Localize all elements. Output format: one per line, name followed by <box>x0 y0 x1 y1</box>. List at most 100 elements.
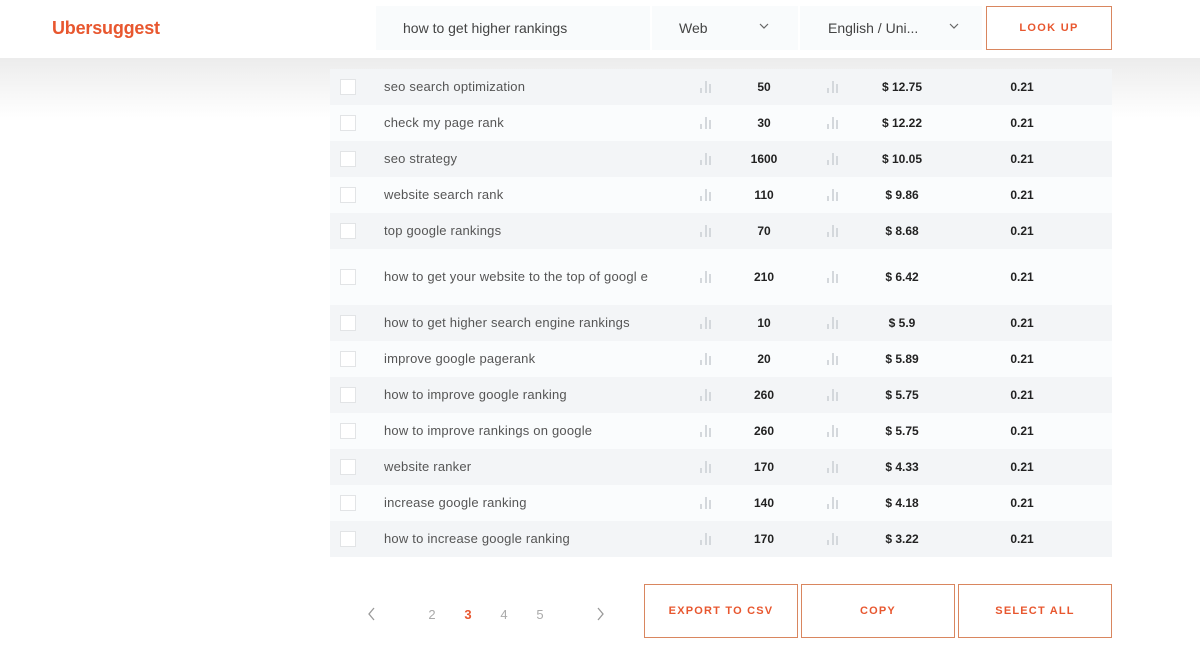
competition-cell: 0.21 <box>1010 352 1034 366</box>
page-link[interactable]: 5 <box>522 607 558 622</box>
search-volume-cell: 50 <box>757 80 771 94</box>
copy-button[interactable]: COPY <box>801 584 955 638</box>
row-checkbox[interactable] <box>340 423 356 439</box>
competition-cell: 0.21 <box>1010 116 1034 130</box>
cpc-cell: $ 10.05 <box>881 152 923 166</box>
bar-chart-icon[interactable] <box>698 423 714 440</box>
chevron-right-icon <box>597 607 604 621</box>
keyword-cell[interactable]: how to improve rankings on google <box>366 421 678 441</box>
bar-chart-icon[interactable] <box>698 531 714 548</box>
row-checkbox[interactable] <box>340 531 356 547</box>
source-select[interactable]: Web <box>652 6 798 50</box>
bar-chart-icon[interactable] <box>825 151 841 168</box>
cpc-cell: $ 5.9 <box>888 316 916 330</box>
bar-chart-icon[interactable] <box>825 79 841 96</box>
page-link[interactable]: 2 <box>414 607 450 622</box>
keyword-cell[interactable]: how to increase google ranking <box>366 529 678 549</box>
bar-chart-icon[interactable] <box>825 495 841 512</box>
keyword-cell[interactable]: how to get your website to the top of go… <box>366 267 678 287</box>
table-row[interactable]: improve google pagerank 20 $ 5.89 0.21 <box>330 341 1112 377</box>
cpc-trend-icon-cell <box>794 459 872 476</box>
row-checkbox[interactable] <box>340 79 356 95</box>
bar-chart-icon[interactable] <box>698 495 714 512</box>
competition-cell: 0.21 <box>1010 270 1034 284</box>
prev-page-button[interactable] <box>360 600 384 628</box>
table-row[interactable]: how to get higher search engine rankings… <box>330 305 1112 341</box>
row-checkbox[interactable] <box>340 187 356 203</box>
row-checkbox[interactable] <box>340 269 356 285</box>
row-checkbox[interactable] <box>340 387 356 403</box>
bar-chart-icon[interactable] <box>698 315 714 332</box>
look-up-button[interactable]: LOOK UP <box>986 6 1112 50</box>
bar-chart-icon[interactable] <box>825 223 841 240</box>
bar-chart-icon[interactable] <box>825 531 841 548</box>
bar-chart-icon[interactable] <box>698 223 714 240</box>
bar-chart-icon[interactable] <box>698 269 714 286</box>
bar-chart-icon[interactable] <box>825 459 841 476</box>
table-row[interactable]: seo strategy 1600 $ 10.05 0.21 <box>330 141 1112 177</box>
bar-chart-icon[interactable] <box>825 315 841 332</box>
bar-chart-icon[interactable] <box>825 115 841 132</box>
bar-chart-icon[interactable] <box>698 79 714 96</box>
next-page-button[interactable] <box>588 600 612 628</box>
row-checkbox[interactable] <box>340 115 356 131</box>
bar-chart-icon[interactable] <box>698 115 714 132</box>
bar-chart-icon[interactable] <box>825 269 841 286</box>
keyword-cell[interactable]: website search rank <box>366 185 678 205</box>
keyword-cell[interactable]: seo search optimization <box>366 77 678 97</box>
table-row[interactable]: how to improve google ranking 260 $ 5.75 0.… <box>330 377 1112 413</box>
search-volume-cell: 30 <box>757 116 771 130</box>
row-checkbox[interactable] <box>340 495 356 511</box>
app-logo[interactable]: Ubersuggest <box>52 18 160 39</box>
competition-cell: 0.21 <box>1010 460 1034 474</box>
bar-chart-icon[interactable] <box>698 151 714 168</box>
table-row[interactable]: top google rankings 70 $ 8.68 0.21 <box>330 213 1112 249</box>
bar-chart-icon[interactable] <box>698 459 714 476</box>
keyword-cell[interactable]: increase google ranking <box>366 493 678 513</box>
bar-chart-icon[interactable] <box>825 387 841 404</box>
row-checkbox-cell <box>330 141 366 177</box>
volume-trend-icon-cell <box>678 315 734 332</box>
search-volume-cell: 110 <box>754 188 774 202</box>
keyword-cell[interactable]: how to improve google ranking <box>366 385 678 405</box>
table-row[interactable]: website search rank 110 $ 9.86 0.21 <box>330 177 1112 213</box>
row-checkbox-cell <box>330 305 366 341</box>
bar-chart-icon[interactable] <box>698 387 714 404</box>
row-checkbox[interactable] <box>340 315 356 331</box>
bar-chart-icon[interactable] <box>698 351 714 368</box>
keyword-search-input[interactable] <box>376 6 650 50</box>
table-row[interactable]: how to improve rankings on google 260 $ 5.… <box>330 413 1112 449</box>
keyword-table: seo search optimization 50 $ 12.75 0.21 chec… <box>330 69 1112 557</box>
select-all-button[interactable]: SELECT ALL <box>958 584 1112 638</box>
cpc-trend-icon-cell <box>794 115 872 132</box>
cpc-cell: $ 9.86 <box>885 188 919 202</box>
row-checkbox[interactable] <box>340 151 356 167</box>
keyword-cell[interactable]: seo strategy <box>366 149 678 169</box>
export-csv-button[interactable]: EXPORT TO CSV <box>644 584 798 638</box>
bar-chart-icon[interactable] <box>698 187 714 204</box>
row-checkbox[interactable] <box>340 223 356 239</box>
page-link[interactable]: 4 <box>486 607 522 622</box>
bar-chart-icon[interactable] <box>825 187 841 204</box>
table-row[interactable]: seo search optimization 50 $ 12.75 0.21 <box>330 69 1112 105</box>
page-link[interactable]: 3 <box>450 607 486 622</box>
row-checkbox[interactable] <box>340 351 356 367</box>
keyword-cell[interactable]: how to get higher search engine rankings <box>366 313 678 333</box>
search-volume-cell: 20 <box>757 352 771 366</box>
keyword-cell[interactable]: improve google pagerank <box>366 349 678 369</box>
cpc-cell: $ 4.18 <box>885 496 919 510</box>
keyword-cell[interactable]: check my page rank <box>366 113 678 133</box>
table-row[interactable]: increase google ranking 140 $ 4.18 0.21 <box>330 485 1112 521</box>
table-row[interactable]: how to increase google ranking 170 $ 3.22 0… <box>330 521 1112 557</box>
row-checkbox[interactable] <box>340 459 356 475</box>
cpc-cell: $ 8.68 <box>885 224 919 238</box>
table-row[interactable]: check my page rank 30 $ 12.22 0.21 <box>330 105 1112 141</box>
bar-chart-icon[interactable] <box>825 351 841 368</box>
language-select[interactable]: English / Uni... <box>800 6 982 50</box>
keyword-cell[interactable]: website ranker <box>366 457 678 477</box>
bar-chart-icon[interactable] <box>825 423 841 440</box>
table-row[interactable]: how to get your website to the top of go… <box>330 249 1112 305</box>
keyword-cell[interactable]: top google rankings <box>366 221 678 241</box>
volume-trend-icon-cell <box>678 351 734 368</box>
table-row[interactable]: website ranker 170 $ 4.33 0.21 <box>330 449 1112 485</box>
